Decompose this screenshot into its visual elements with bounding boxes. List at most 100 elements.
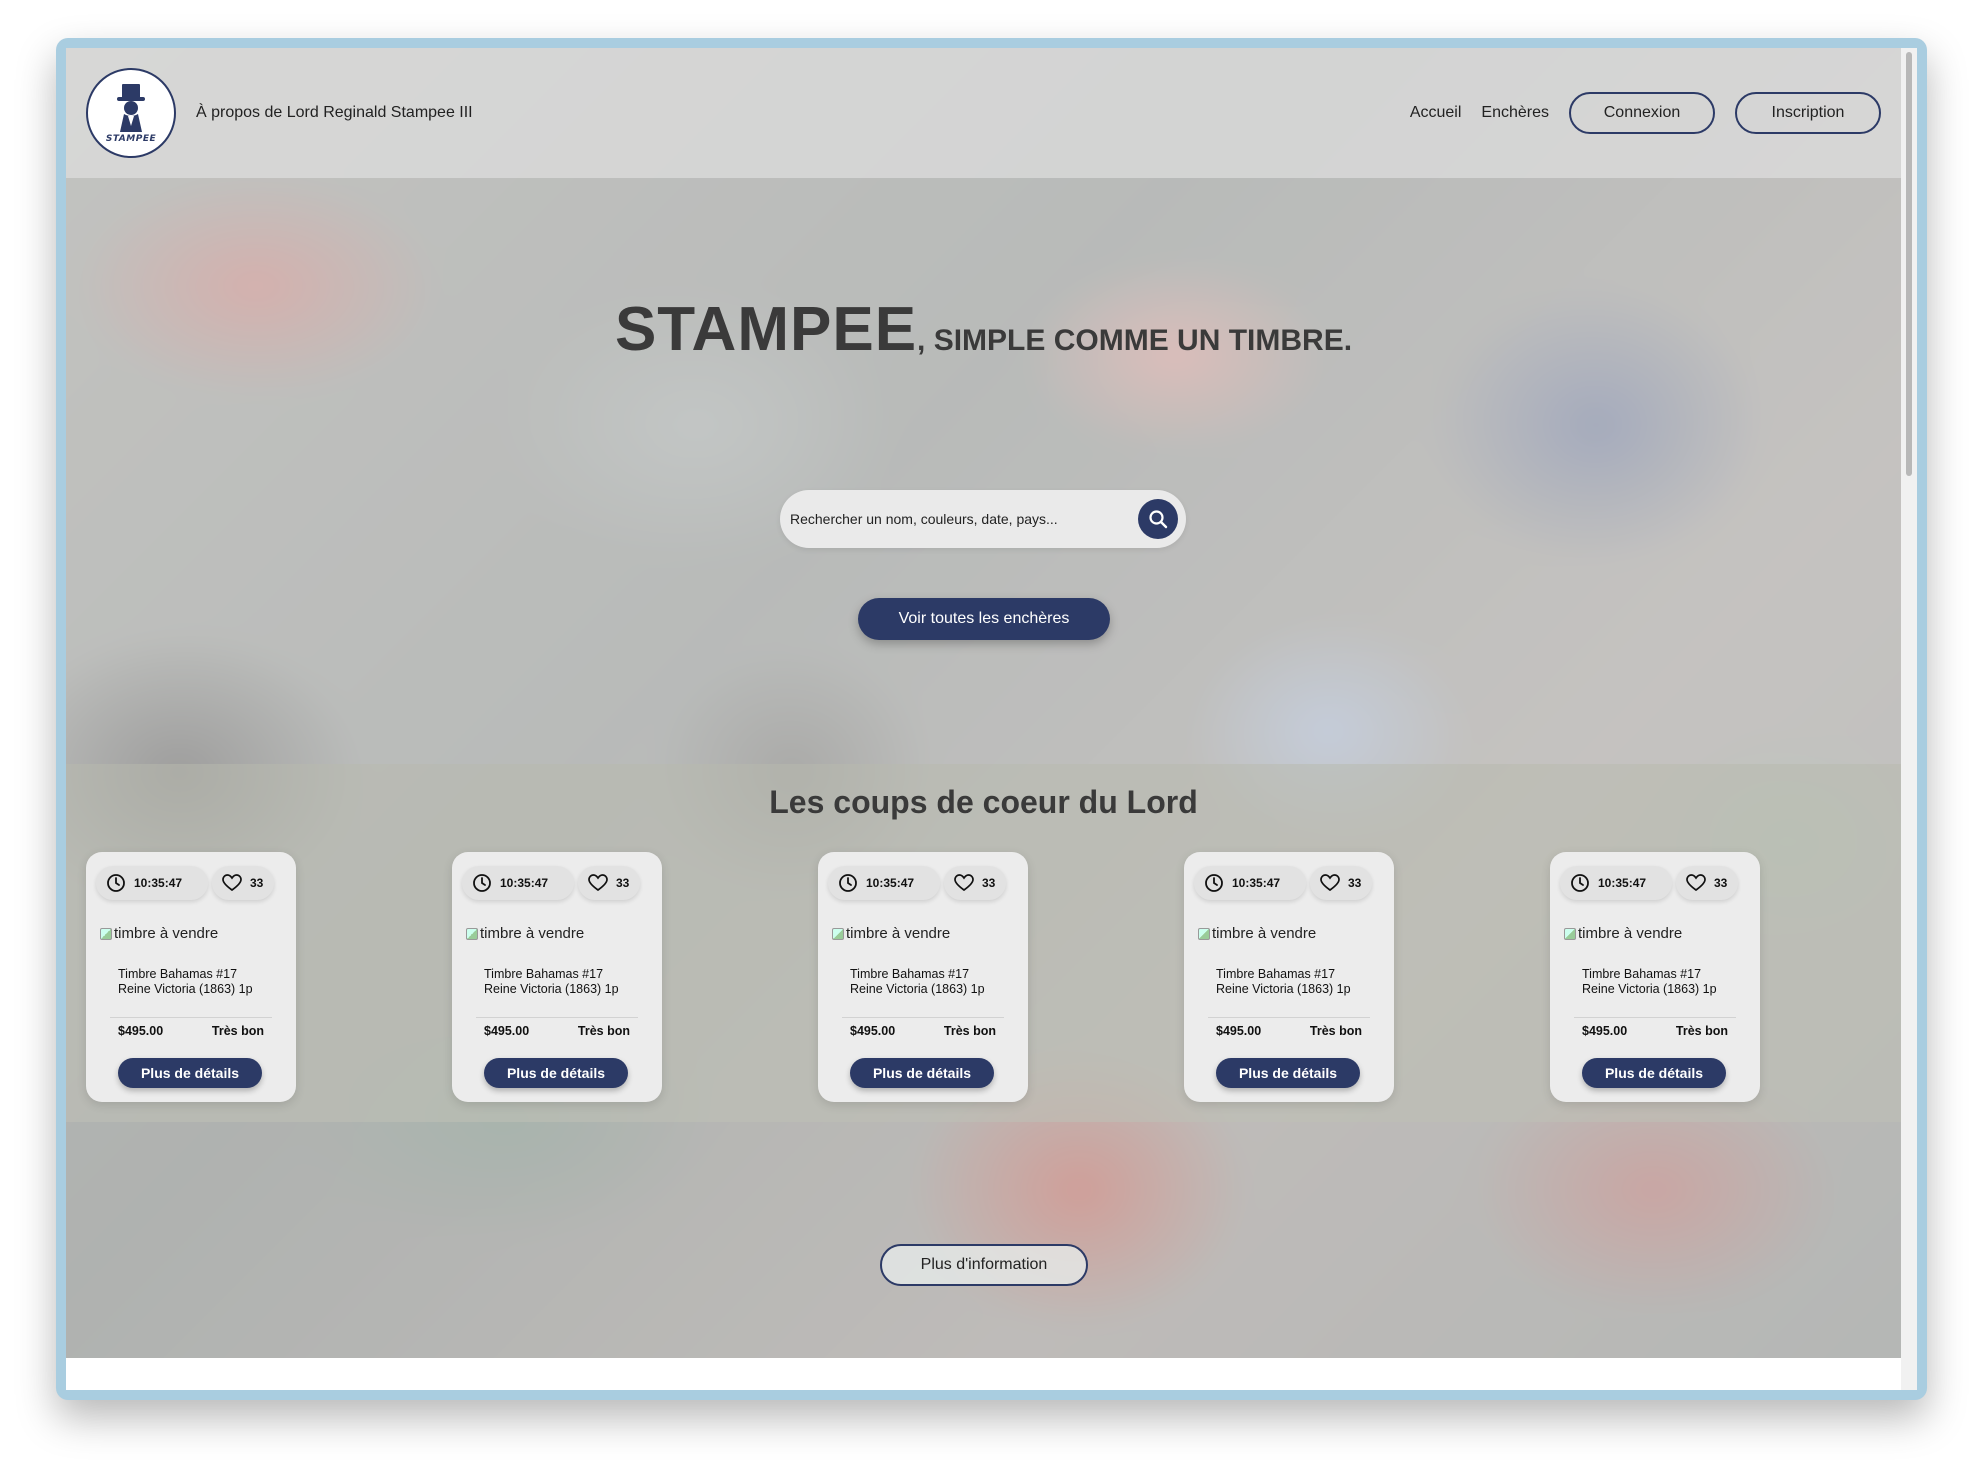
- time-remaining-badge: 10:35:47: [462, 866, 574, 900]
- stamp-name: Timbre Bahamas #17 Reine Victoria (1863)…: [1582, 967, 1742, 997]
- time-remaining-badge: 10:35:47: [1194, 866, 1306, 900]
- search-bar: [780, 490, 1186, 548]
- logo-wordmark: STAMPEE: [105, 134, 157, 144]
- search-button[interactable]: [1138, 499, 1178, 539]
- heart-icon: [588, 874, 608, 892]
- scrollbar-thumb[interactable]: [1906, 52, 1912, 476]
- details-button[interactable]: Plus de détails: [1582, 1058, 1726, 1088]
- stamp-image-alt: timbre à vendre: [114, 925, 219, 942]
- stamp-condition: Très bon: [211, 1024, 264, 1038]
- time-remaining: 10:35:47: [134, 876, 183, 890]
- broken-image-icon: [1198, 927, 1210, 940]
- about-link[interactable]: À propos de Lord Reginald Stampee III: [196, 104, 473, 122]
- clock-icon: [839, 874, 857, 892]
- more-info-button[interactable]: Plus d'information: [880, 1244, 1088, 1286]
- stamp-price: $495.00: [118, 1024, 164, 1038]
- stamp-image-alt: timbre à vendre: [846, 925, 951, 942]
- time-remaining: 10:35:47: [500, 876, 549, 890]
- page-viewport: STAMPEE À propos de Lord Reginald Stampe…: [66, 48, 1901, 1358]
- stamp-name: Timbre Bahamas #17 Reine Victoria (1863)…: [850, 967, 1010, 997]
- favourites-title: Les coups de coeur du Lord: [769, 784, 1198, 820]
- stamp-card-5: 10:35:47 33 timbre à vendre Timbre Baham…: [1550, 852, 1760, 1102]
- heart-icon: [1320, 874, 1340, 892]
- stamp-name: Timbre Bahamas #17 Reine Victoria (1863)…: [118, 967, 278, 997]
- time-remaining: 10:35:47: [1598, 876, 1647, 890]
- like-badge[interactable]: 33: [1310, 866, 1372, 900]
- main-nav: Accueil Enchères Connexion Inscription: [1410, 92, 1881, 134]
- search-icon: [1149, 510, 1168, 529]
- broken-image-icon: [832, 927, 844, 940]
- nav-home-link[interactable]: Accueil: [1410, 104, 1462, 122]
- stamp-name: Timbre Bahamas #17 Reine Victoria (1863)…: [1216, 967, 1376, 997]
- signup-button[interactable]: Inscription: [1735, 92, 1881, 134]
- time-remaining: 10:35:47: [1232, 876, 1281, 890]
- stamp-name-line1: Timbre Bahamas #17: [484, 967, 604, 981]
- stamp-price: $495.00: [850, 1024, 896, 1038]
- top-hat-gentleman-logo-icon: [117, 84, 145, 132]
- details-button[interactable]: Plus de détails: [484, 1058, 628, 1088]
- stamp-condition: Très bon: [1675, 1024, 1728, 1038]
- stamp-price: $495.00: [484, 1024, 530, 1038]
- like-badge[interactable]: 33: [578, 866, 640, 900]
- stamp-card-2: 10:35:47 33 timbre à vendre Timbre Baham…: [452, 852, 662, 1102]
- stamp-condition: Très bon: [577, 1024, 630, 1038]
- stamp-image-alt: timbre à vendre: [1578, 925, 1683, 942]
- stamp-price: $495.00: [1216, 1024, 1262, 1038]
- login-button[interactable]: Connexion: [1569, 92, 1715, 134]
- time-remaining-badge: 10:35:47: [1560, 866, 1672, 900]
- details-button[interactable]: Plus de détails: [118, 1058, 262, 1088]
- like-badge[interactable]: 33: [944, 866, 1006, 900]
- search-input[interactable]: [790, 504, 1120, 534]
- card-divider: [1574, 1017, 1736, 1018]
- stamp-name-line2: Reine Victoria (1863) 1p: [850, 982, 985, 996]
- hero-tagline: , SIMPLE COMME UN TIMBRE.: [917, 324, 1353, 357]
- clock-icon: [1205, 874, 1223, 892]
- stamp-image-alt: timbre à vendre: [1212, 925, 1317, 942]
- card-divider: [110, 1017, 272, 1018]
- like-count: 33: [250, 876, 264, 890]
- time-remaining: 10:35:47: [866, 876, 915, 890]
- site-header: STAMPEE À propos de Lord Reginald Stampe…: [66, 48, 1901, 178]
- site-logo[interactable]: STAMPEE: [86, 68, 176, 158]
- stamp-name-line1: Timbre Bahamas #17: [1216, 967, 1336, 981]
- stamp-card-4: 10:35:47 33 timbre à vendre Timbre Baham…: [1184, 852, 1394, 1102]
- card-divider: [842, 1017, 1004, 1018]
- stamp-image: timbre à vendre: [832, 925, 950, 942]
- stamp-image: timbre à vendre: [100, 925, 218, 942]
- stamp-name-line1: Timbre Bahamas #17: [850, 967, 970, 981]
- heart-icon: [1686, 874, 1706, 892]
- hero-title: STAMPEE, SIMPLE COMME UN TIMBRE.: [66, 294, 1901, 365]
- stamp-name-line1: Timbre Bahamas #17: [118, 967, 238, 981]
- browser-frame: STAMPEE À propos de Lord Reginald Stampe…: [56, 38, 1927, 1400]
- card-divider: [476, 1017, 638, 1018]
- time-remaining-badge: 10:35:47: [828, 866, 940, 900]
- stamp-card-3: 10:35:47 33 timbre à vendre Timbre Baham…: [818, 852, 1028, 1102]
- details-button[interactable]: Plus de détails: [850, 1058, 994, 1088]
- like-count: 33: [1348, 876, 1362, 890]
- clock-icon: [107, 874, 125, 892]
- nav-auctions-link[interactable]: Enchères: [1481, 104, 1549, 122]
- stamp-name-line2: Reine Victoria (1863) 1p: [1216, 982, 1351, 996]
- view-all-auctions-button[interactable]: Voir toutes les enchères: [858, 598, 1110, 640]
- heart-icon: [954, 874, 974, 892]
- browser-window: STAMPEE À propos de Lord Reginald Stampe…: [66, 48, 1917, 1390]
- like-badge[interactable]: 33: [212, 866, 274, 900]
- card-divider: [1208, 1017, 1370, 1018]
- broken-image-icon: [466, 927, 478, 940]
- broken-image-icon: [1564, 927, 1576, 940]
- stamp-condition: Très bon: [943, 1024, 996, 1038]
- like-badge[interactable]: 33: [1676, 866, 1738, 900]
- stamp-name: Timbre Bahamas #17 Reine Victoria (1863)…: [484, 967, 644, 997]
- stamp-image: timbre à vendre: [466, 925, 584, 942]
- heart-icon: [222, 874, 242, 892]
- vertical-scrollbar[interactable]: [1901, 48, 1917, 1390]
- stamp-image: timbre à vendre: [1198, 925, 1316, 942]
- details-button[interactable]: Plus de détails: [1216, 1058, 1360, 1088]
- like-count: 33: [982, 876, 996, 890]
- stamp-name-line1: Timbre Bahamas #17: [1582, 967, 1702, 981]
- stamp-condition: Très bon: [1309, 1024, 1362, 1038]
- stamp-image: timbre à vendre: [1564, 925, 1682, 942]
- clock-icon: [473, 874, 491, 892]
- stamp-name-line2: Reine Victoria (1863) 1p: [1582, 982, 1717, 996]
- like-count: 33: [616, 876, 630, 890]
